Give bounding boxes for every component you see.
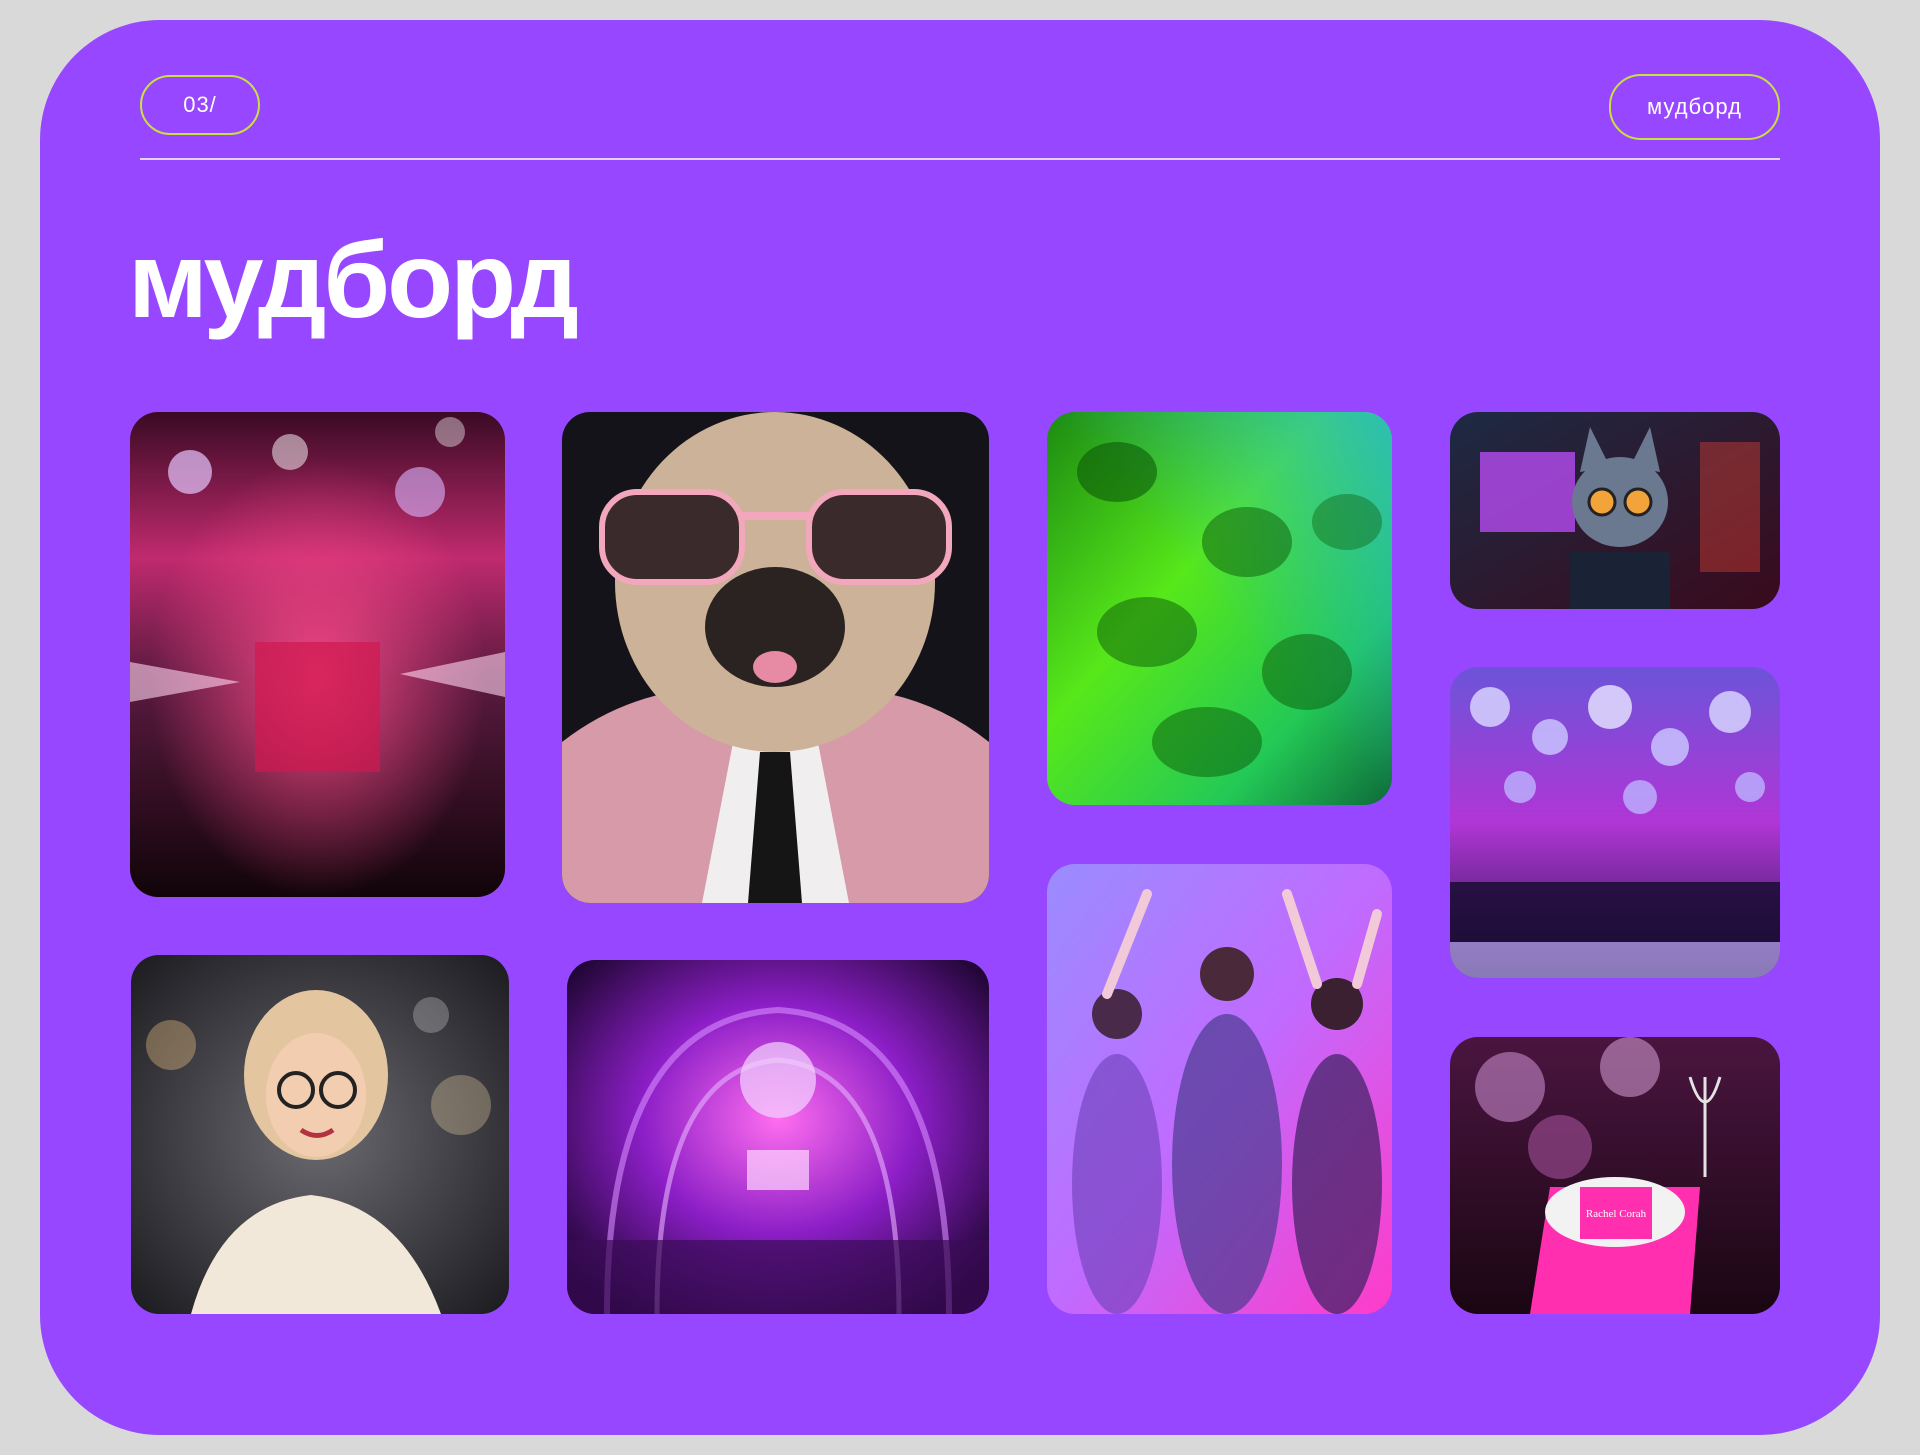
image-silver-balloons-hall [1450, 667, 1780, 978]
image-green-crystals [1047, 412, 1392, 805]
image-disco-tunnel [567, 960, 989, 1314]
image-cyber-cat [1450, 412, 1780, 609]
image-dancing-people [1047, 864, 1392, 1314]
image-table-setting: Rachel Corah [1450, 1037, 1780, 1314]
image-pug-sunglasses [562, 412, 989, 903]
section-tag-button[interactable]: мудборд [1609, 74, 1780, 140]
header-divider [140, 158, 1780, 160]
svg-text:Rachel Corah: Rachel Corah [1586, 1208, 1647, 1220]
image-woman-3d [131, 955, 509, 1314]
image-party-hall-pink [130, 412, 505, 897]
page-number-badge: 03/ [140, 75, 260, 135]
page-title: мудборд [128, 219, 579, 340]
